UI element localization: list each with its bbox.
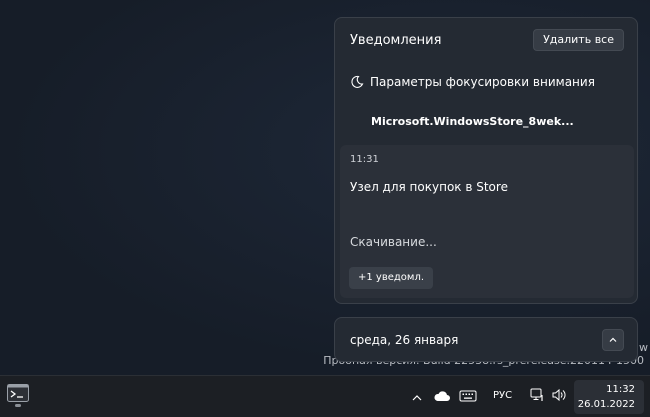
chevron-up-icon [609, 337, 617, 342]
calendar-date: среда, 26 января [350, 333, 459, 347]
clock-time: 11:32 [606, 384, 635, 395]
clock-date: 26.01.2022 [577, 399, 635, 410]
calendar-panel: среда, 26 января [334, 317, 638, 362]
focus-assist-label: Параметры фокусировки внимания [370, 75, 595, 89]
clock-button[interactable]: 11:32 26.01.2022 [574, 380, 644, 414]
notification-toast[interactable]: 11:31 Узел для покупок в Store Скачивани… [340, 145, 634, 298]
volume-icon [552, 388, 566, 402]
input-language-button[interactable]: РУС [493, 390, 512, 401]
toast-body: Скачивание... [350, 235, 437, 249]
chevron-up-icon [412, 395, 422, 401]
taskbar: РУС 11:32 26.01.2022 [0, 375, 650, 417]
onedrive-cloud-icon [434, 391, 450, 401]
show-hidden-icons-button[interactable] [411, 389, 423, 408]
running-indicator [15, 404, 21, 407]
network-button[interactable] [529, 387, 545, 407]
terminal-icon [7, 384, 29, 402]
toast-time: 11:31 [350, 154, 379, 165]
touch-keyboard-icon [459, 390, 477, 402]
clear-all-button[interactable]: Удалить все [533, 29, 624, 51]
calendar-expand-button[interactable] [602, 329, 624, 351]
moon-icon [350, 75, 364, 89]
notification-center: Уведомления Удалить все Параметры фокуси… [334, 17, 638, 304]
focus-assist-settings-link[interactable]: Параметры фокусировки внимания [350, 75, 595, 89]
toast-title: Узел для покупок в Store [350, 180, 508, 194]
notification-app-name: Microsoft.WindowsStore_8wek... [371, 115, 574, 128]
desktop: w Пробная версия. Build 22538.rs_prerele… [0, 0, 650, 375]
taskbar-terminal-app[interactable] [6, 384, 30, 410]
touch-keyboard-button[interactable] [459, 388, 477, 407]
watermark-line-end: w [639, 341, 648, 354]
onedrive-button[interactable] [433, 388, 451, 407]
network-icon [530, 388, 543, 401]
notification-center-title: Уведомления [350, 33, 442, 48]
more-notifications-button[interactable]: +1 уведомл. [349, 267, 434, 289]
volume-button[interactable] [551, 387, 567, 407]
